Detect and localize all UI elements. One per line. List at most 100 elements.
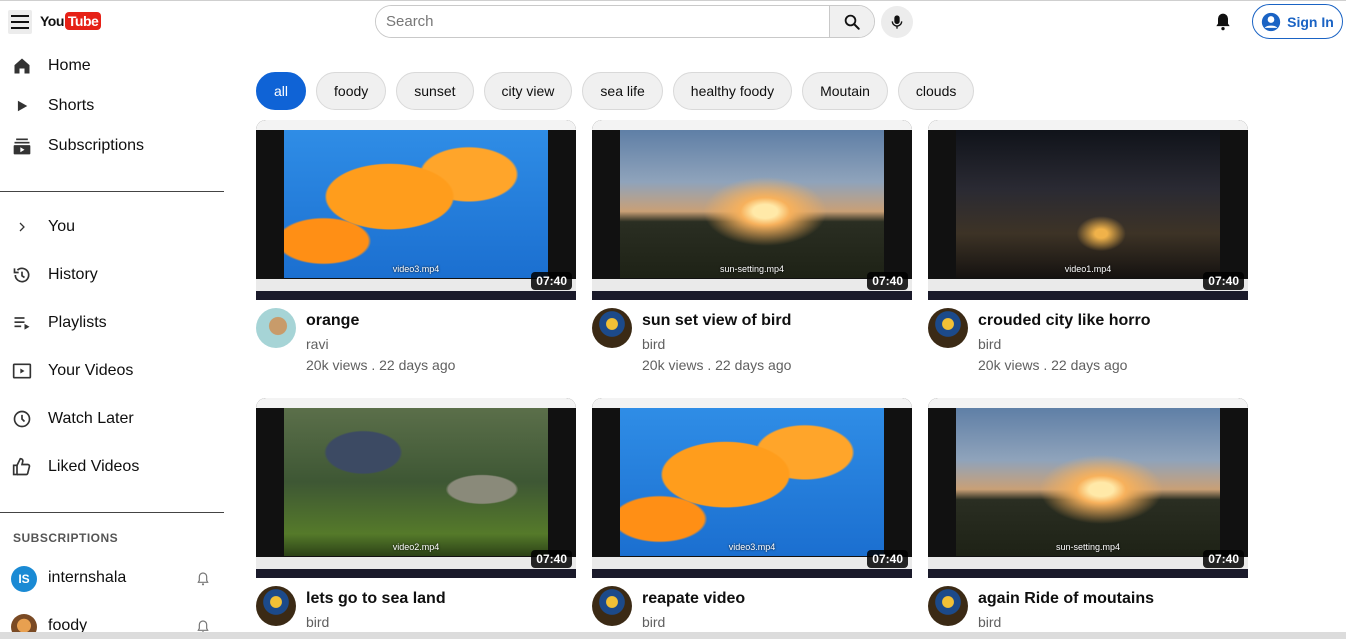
video-card[interactable]: video2.mp4 07:40 lets go to sea land bir… xyxy=(256,398,576,639)
video-card[interactable]: video3.mp4 07:40 orange ravi 20k views .… xyxy=(256,120,576,373)
channel-avatar[interactable] xyxy=(592,308,632,348)
video-duration: 07:40 xyxy=(531,550,572,568)
video-card[interactable]: video1.mp4 07:40 crouded city like horro… xyxy=(928,120,1248,373)
bell-icon[interactable] xyxy=(195,571,211,587)
sidebar-item-label: Watch Later xyxy=(48,410,134,427)
video-thumbnail[interactable]: sun-setting.mp4 07:40 xyxy=(592,120,912,300)
video-thumbnail[interactable]: sun-setting.mp4 07:40 xyxy=(928,398,1248,578)
chip-sunset[interactable]: sunset xyxy=(396,72,474,110)
video-thumbnail[interactable]: video2.mp4 07:40 xyxy=(256,398,576,578)
chip-clouds[interactable]: clouds xyxy=(897,72,975,110)
sidebar-item-watch-later[interactable]: Watch Later xyxy=(0,399,224,439)
chip-moutain[interactable]: Moutain xyxy=(802,72,888,110)
youtube-logo[interactable]: You Tube xyxy=(40,12,102,30)
thumb-controls xyxy=(256,557,576,569)
sign-in-button[interactable]: Sign In xyxy=(1252,4,1343,39)
channel-avatar[interactable] xyxy=(592,586,632,626)
channel-name[interactable]: bird xyxy=(642,336,665,352)
channel-avatar[interactable] xyxy=(256,586,296,626)
thumb-controls xyxy=(928,279,1248,291)
thumb-controls xyxy=(592,279,912,291)
sidebar-item-home[interactable]: Home xyxy=(0,46,224,86)
video-thumbnail[interactable]: video1.mp4 07:40 xyxy=(928,120,1248,300)
clock-icon xyxy=(12,409,32,429)
video-icon xyxy=(12,361,32,381)
sidebar-item-subscriptions[interactable]: Subscriptions xyxy=(0,126,224,166)
video-stats: 20k views . 22 days ago xyxy=(978,357,1128,373)
avatar: IS xyxy=(11,566,37,592)
video-title[interactable]: lets go to sea land xyxy=(306,590,446,608)
thumb-controls xyxy=(592,557,912,569)
chevron-right-icon xyxy=(12,217,32,237)
video-meta: again Ride of moutains bird xyxy=(928,578,1248,639)
sidebar-item-shorts[interactable]: Shorts xyxy=(0,86,224,126)
video-meta: orange ravi 20k views . 22 days ago xyxy=(256,300,576,373)
home-icon xyxy=(12,56,32,76)
video-thumbnail[interactable]: video3.mp4 07:40 xyxy=(592,398,912,578)
channel-avatar[interactable] xyxy=(928,586,968,626)
thumb-taskbar xyxy=(928,569,1248,578)
horizontal-scrollbar[interactable] xyxy=(0,632,1346,639)
voice-search-button[interactable] xyxy=(881,6,913,38)
logo-tube: Tube xyxy=(64,12,102,30)
sidebar-item-you[interactable]: You xyxy=(0,207,224,247)
sidebar-item-label: Liked Videos xyxy=(48,458,140,475)
sidebar-item-label: Playlists xyxy=(48,314,107,331)
search-icon xyxy=(844,14,860,30)
video-thumbnail[interactable]: video3.mp4 07:40 xyxy=(256,120,576,300)
sidebar-item-label: You xyxy=(48,218,75,235)
play-icon xyxy=(12,96,32,116)
thumb-taskbar xyxy=(256,291,576,300)
chip-all[interactable]: all xyxy=(256,72,307,110)
channel-name[interactable]: bird xyxy=(642,614,665,630)
notifications-button[interactable] xyxy=(1212,11,1234,33)
channel-avatar[interactable] xyxy=(928,308,968,348)
video-card[interactable]: sun-setting.mp4 07:40 sun set view of bi… xyxy=(592,120,912,373)
channel-name[interactable]: bird xyxy=(978,336,1001,352)
video-meta: lets go to sea land bird xyxy=(256,578,576,639)
playlist-icon xyxy=(12,313,32,333)
sidebar-item-label: Your Videos xyxy=(48,362,134,379)
subscription-name: internshala xyxy=(48,569,127,586)
thumb-scene xyxy=(956,130,1220,278)
video-title[interactable]: sun set view of bird xyxy=(642,312,791,330)
thumb-scene xyxy=(956,408,1220,556)
sidebar-divider xyxy=(0,191,224,192)
chip-sea-life[interactable]: sea life xyxy=(582,72,663,110)
chip-healthy-foody[interactable]: healthy foody xyxy=(672,72,793,110)
channel-name[interactable]: bird xyxy=(978,614,1001,630)
thumb-titlebar xyxy=(592,120,912,130)
video-title[interactable]: again Ride of moutains xyxy=(978,590,1154,608)
chip-city-view[interactable]: city view xyxy=(483,72,573,110)
logo-you: You xyxy=(40,13,64,29)
thumb-scene xyxy=(284,130,548,278)
bell-icon xyxy=(1216,13,1230,31)
video-title[interactable]: crouded city like horro xyxy=(978,312,1150,330)
chip-foody[interactable]: foody xyxy=(316,72,387,110)
sidebar-item-history[interactable]: History xyxy=(0,255,224,295)
video-meta: crouded city like horro bird 20k views .… xyxy=(928,300,1248,373)
video-card[interactable]: sun-setting.mp4 07:40 again Ride of mout… xyxy=(928,398,1248,639)
thumb-titlebar xyxy=(256,120,576,130)
microphone-icon xyxy=(891,15,903,29)
hamburger-menu-icon[interactable] xyxy=(8,10,32,34)
channel-name[interactable]: ravi xyxy=(306,336,329,352)
subscription-item-internshala[interactable]: IS internshala xyxy=(0,560,224,596)
channel-name[interactable]: bird xyxy=(306,614,329,630)
sidebar-item-playlists[interactable]: Playlists xyxy=(0,303,224,343)
thumb-titlebar xyxy=(928,120,1248,130)
sidebar-item-your-videos[interactable]: Your Videos xyxy=(0,351,224,391)
thumb-titlebar xyxy=(592,398,912,408)
video-title[interactable]: reapate video xyxy=(642,590,745,608)
sidebar-item-label: Subscriptions xyxy=(48,137,145,154)
video-title[interactable]: orange xyxy=(306,312,359,330)
sidebar-item-liked-videos[interactable]: Liked Videos xyxy=(0,447,224,487)
search-button[interactable] xyxy=(829,6,874,37)
channel-avatar[interactable] xyxy=(256,308,296,348)
video-card[interactable]: video3.mp4 07:40 reapate video bird xyxy=(592,398,912,639)
video-duration: 07:40 xyxy=(867,272,908,290)
search-input[interactable] xyxy=(376,6,829,37)
thumb-taskbar xyxy=(592,291,912,300)
sidebar-item-label: History xyxy=(48,266,98,283)
video-duration: 07:40 xyxy=(531,272,572,290)
